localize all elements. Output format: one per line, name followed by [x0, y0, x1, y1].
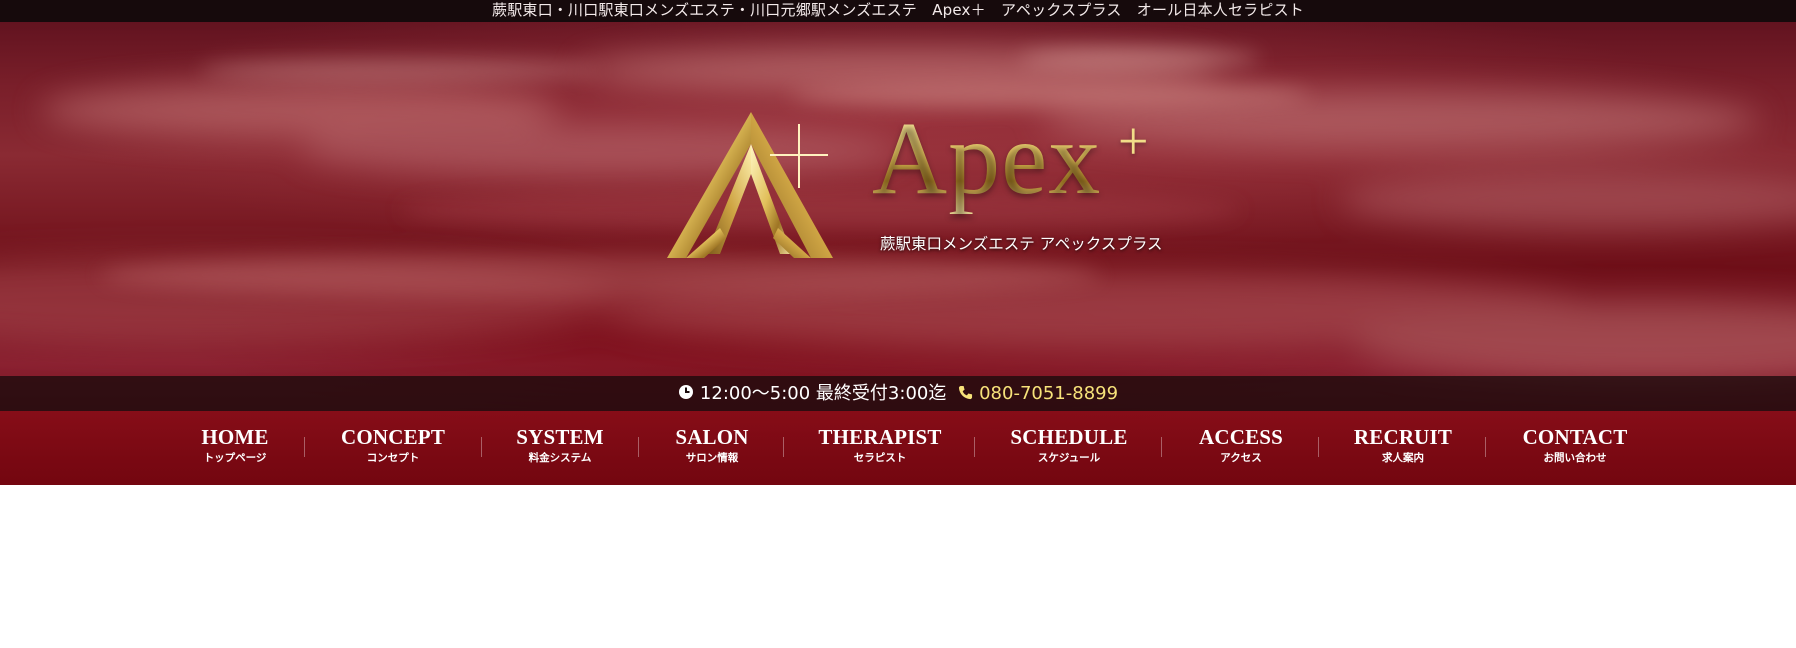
nav-sublabel: お問い合わせ — [1543, 452, 1607, 464]
nav-separator — [783, 437, 784, 457]
nav-separator — [1161, 437, 1162, 457]
nav-contact[interactable]: CONTACT お問い合わせ — [1475, 425, 1675, 465]
nav-label: CONTACT — [1522, 425, 1628, 449]
nav-sublabel: 求人案内 — [1382, 452, 1424, 464]
apex-emblem-icon — [667, 112, 833, 258]
nav-separator — [1485, 437, 1486, 457]
phone-icon — [958, 377, 973, 412]
nav-schedule[interactable]: SCHEDULE スケジュール — [969, 425, 1169, 465]
business-hours-text: 12:00〜5:00 最終受付3:00迄 — [699, 383, 947, 404]
hero-banner: 蕨駅東口・川口駅東口メンズエステ・川口元郷駅メンズエステ Apex＋ アペックス… — [0, 0, 1796, 485]
main-navigation: HOME トップページ CONCEPT コンセプト SYSTEM 料金システム SALON サ… — [0, 411, 1796, 485]
brand-plus: + — [1118, 111, 1149, 171]
nav-separator — [1318, 437, 1319, 457]
site-logo[interactable]: Apex + 蕨駅東口メンズエステ アペックスプラス — [660, 104, 1180, 274]
nav-label: SCHEDULE — [1010, 425, 1128, 449]
nav-label: RECRUIT — [1353, 425, 1453, 449]
nav-sublabel: スケジュール — [1037, 452, 1101, 464]
top-bar-text: 蕨駅東口・川口駅東口メンズエステ・川口元郷駅メンズエステ Apex＋ アペックス… — [492, 1, 1304, 19]
phone-number-link[interactable]: 080-7051-8899 — [979, 383, 1118, 404]
top-announcement-bar: 蕨駅東口・川口駅東口メンズエステ・川口元郷駅メンズエステ Apex＋ アペックス… — [0, 0, 1796, 22]
nav-separator — [638, 437, 639, 457]
nav-therapist[interactable]: THERAPIST セラピスト — [780, 425, 980, 465]
nav-recruit[interactable]: RECRUIT 求人案内 — [1303, 425, 1503, 465]
nav-separator — [304, 437, 305, 457]
clock-icon — [678, 377, 694, 412]
nav-separator — [481, 437, 482, 457]
nav-sublabel: セラピスト — [853, 452, 907, 464]
brand-name: Apex — [872, 101, 1102, 216]
nav-label: THERAPIST — [818, 425, 942, 449]
business-hours-bar: 12:00〜5:00 最終受付3:00迄 080-7051-8899 — [0, 376, 1796, 411]
brand-tagline: 蕨駅東口メンズエステ アペックスプラス — [880, 235, 1163, 253]
nav-separator — [974, 437, 975, 457]
